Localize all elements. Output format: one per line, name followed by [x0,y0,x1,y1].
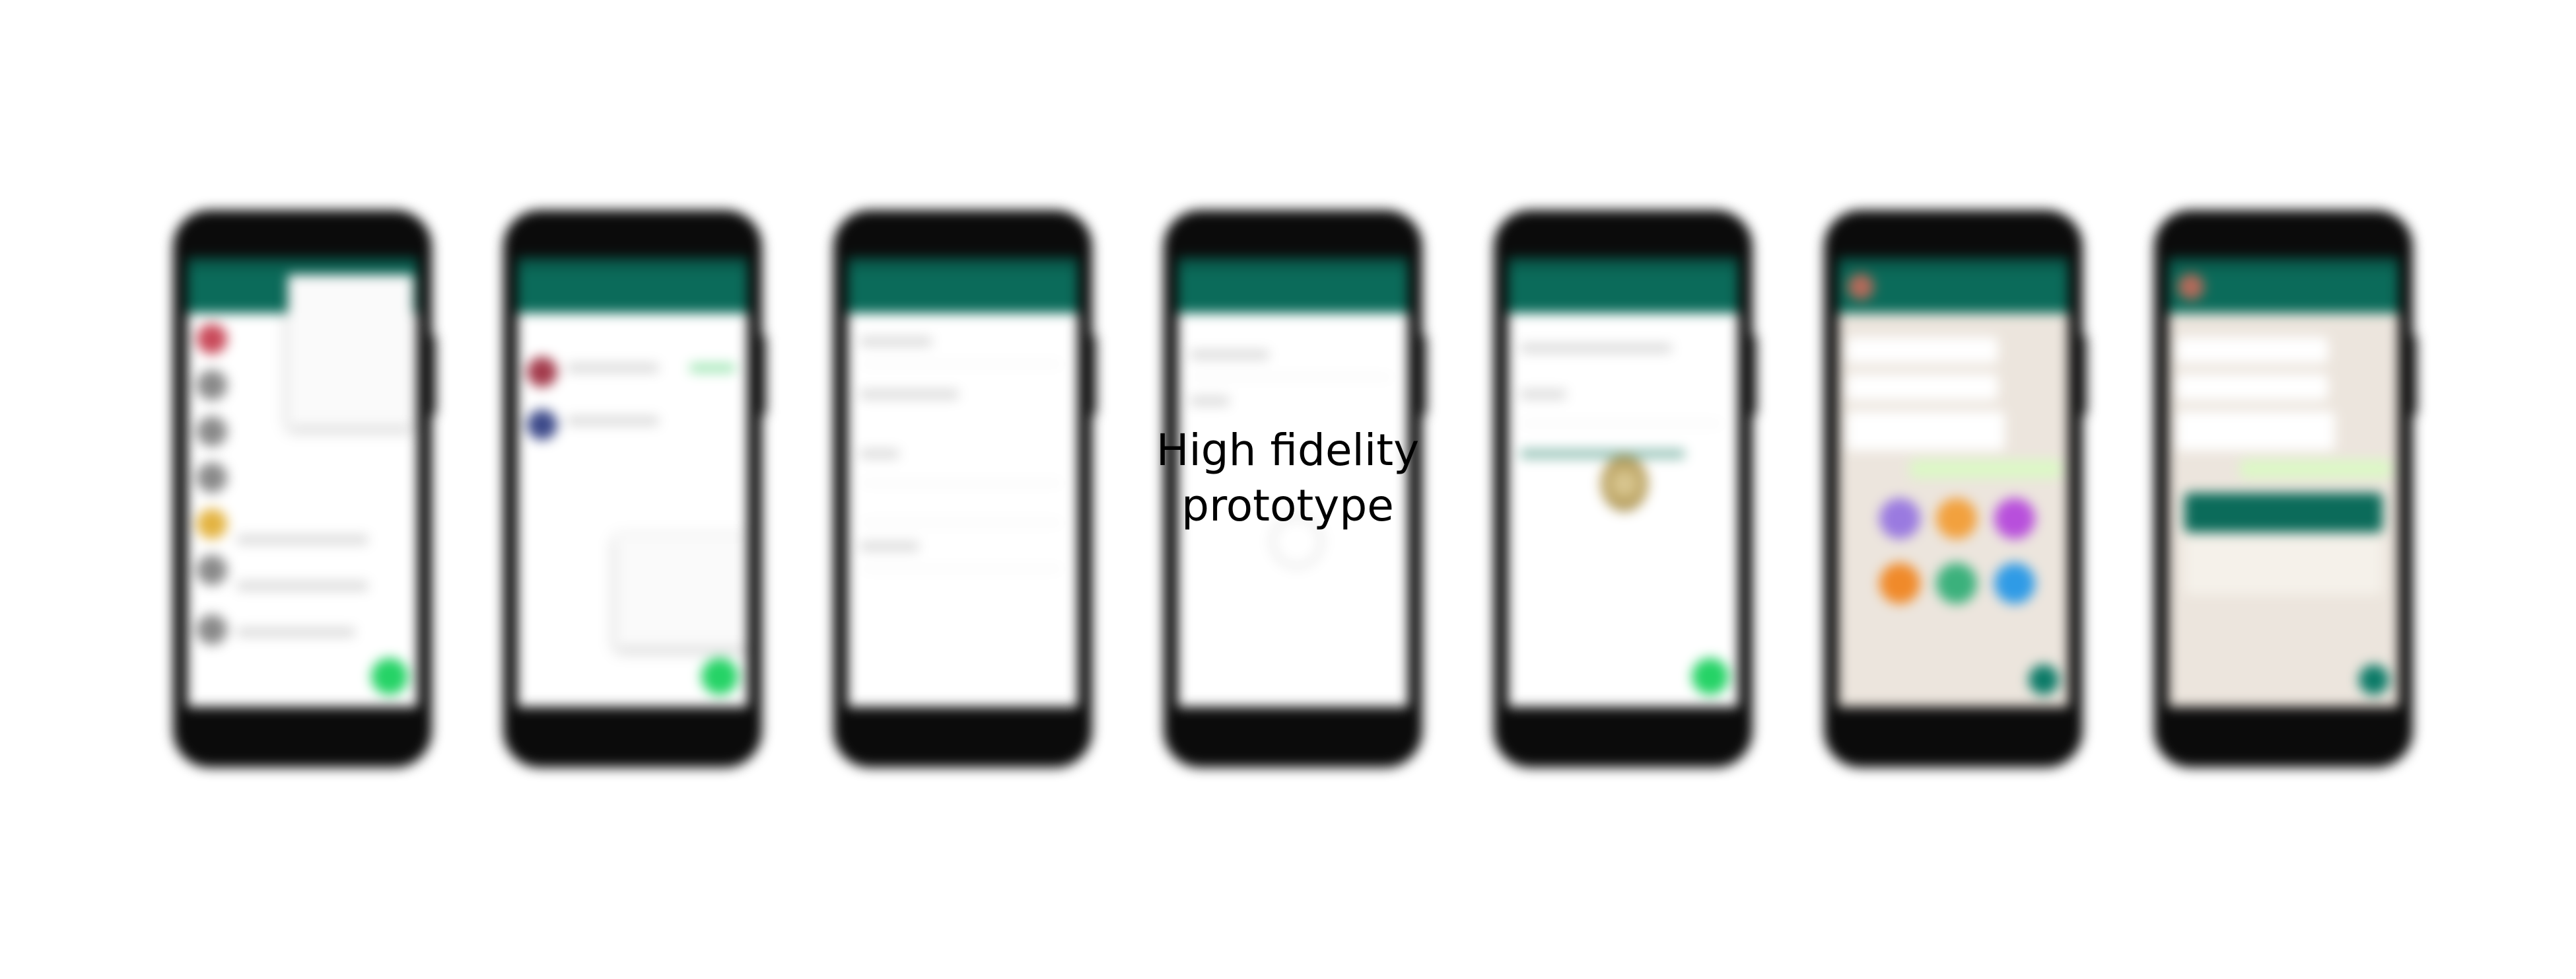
list-item [567,363,659,373]
phone-screen-3 [848,258,1078,707]
phone-side-button [1421,336,1426,415]
caption-line-2: prototype [1181,480,1394,531]
form-label [860,449,899,458]
status-bar [1838,258,2068,270]
phone-screen-2 [518,258,748,707]
form-divider [1193,377,1391,378]
form-label [860,542,919,551]
phone-side-button [2412,336,2417,415]
form-divider [862,482,1061,484]
list-item [689,363,736,373]
avatar [197,370,227,400]
phone-side-button [2081,336,2087,415]
avatar [527,410,557,440]
avatar [527,357,557,387]
phone-side-button [1751,336,1757,415]
message-bubble [1846,337,1998,363]
avatar [197,509,227,539]
message-bubble [2176,337,2328,363]
attachment-icon [1936,563,1977,604]
navigation-bar [1508,707,1738,744]
avatar [197,614,227,645]
send-icon [2029,665,2059,695]
form-divider [862,363,1061,365]
list-item [236,535,368,544]
avatar [197,555,227,585]
app-bar [1178,258,1408,313]
attachment-icon [1994,498,2035,539]
attachment-icon [1879,563,1920,604]
navigation-bar [848,707,1078,744]
message-bubble [2240,460,2392,478]
phone-mockup-7 [2154,210,2417,768]
phone-side-button [1091,336,1096,415]
attachment-icon [1879,498,1920,539]
overflow-menu [288,275,413,427]
form-label [1520,344,1672,353]
new-chat-fab-icon [701,658,738,695]
phone-mockup-1 [173,210,436,768]
avatar [197,462,227,493]
navigation-bar [188,707,417,744]
status-bar [848,258,1078,270]
phone-screen-7 [2169,258,2398,707]
status-bar [1178,258,1408,270]
phone-side-button [761,336,766,415]
status-bar [1508,258,1738,270]
navigation-bar [1178,707,1408,744]
list-item [236,581,368,591]
phone-mockup-3 [833,210,1096,768]
list-item [567,416,659,425]
avatar [197,416,227,447]
app-bar [1508,258,1738,313]
message-bubble [1910,460,2062,478]
message-action-bar [2184,493,2383,532]
phone-mockup-2 [503,210,766,768]
status-bar [188,258,417,270]
form-label [1190,350,1269,359]
form-label [860,337,932,346]
context-menu [615,535,748,647]
send-icon [2359,665,2389,695]
caption-line-1: High fidelity [1156,425,1420,476]
phone-mockup-5 [1494,210,1757,768]
form-label [1190,396,1230,406]
avatar [2178,273,2204,300]
form-label [860,390,959,399]
new-chat-fab-icon [1692,658,1729,695]
message-bubble [2176,374,2328,400]
status-bar [518,258,748,270]
form-label [1520,390,1566,399]
message-bubble [2176,411,2335,451]
app-bar [518,258,748,313]
prototype-caption: High fidelity prototype [1156,423,1420,534]
attachment-icon [1994,563,2035,604]
phone-screen-5 [1508,258,1738,707]
status-bar [2169,258,2398,270]
phone-mockup-6 [1824,210,2087,768]
navigation-bar [518,707,748,744]
message-bubble [1846,374,1998,400]
sticker-icon [1601,456,1648,511]
form-divider [1523,423,1721,424]
avatar [197,324,227,354]
form-divider [862,568,1061,569]
form-link [1520,449,1685,458]
form-divider [862,522,1061,523]
new-chat-fab-icon [371,658,408,695]
phone-side-button [431,336,436,415]
navigation-bar [2169,707,2398,744]
attachment-icon [1936,498,1977,539]
navigation-bar [1838,707,2068,744]
list-item [236,628,355,637]
avatar [1848,273,1874,300]
phone-screen-6 [1838,258,2068,707]
app-bar [848,258,1078,313]
message-bubble [1846,411,2005,451]
phone-screen-1 [188,258,417,707]
message-sheet [2184,535,2383,595]
